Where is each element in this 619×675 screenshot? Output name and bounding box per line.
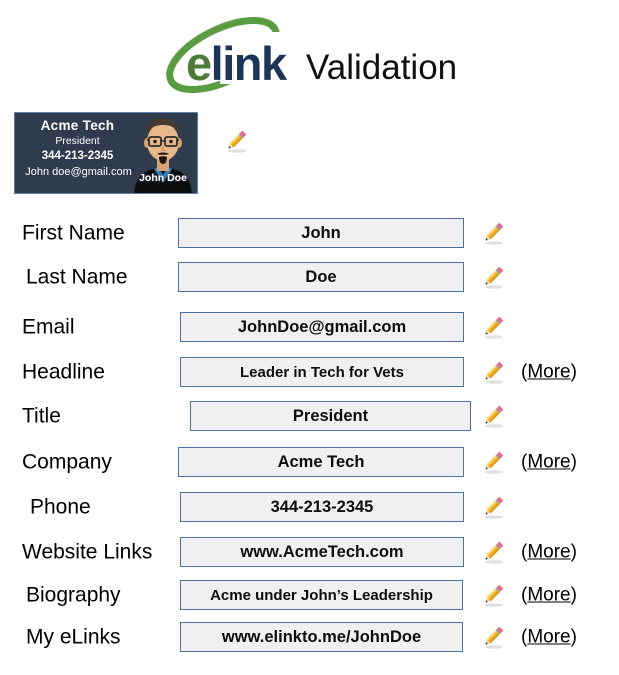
logo-e-letter: e	[186, 37, 212, 90]
more-paren-close: )	[570, 541, 577, 563]
form-row: Title President	[0, 399, 619, 433]
value-first-name: John	[301, 223, 341, 242]
edit-pencil-icon-first-name[interactable]	[478, 218, 508, 248]
logo-link-letters: link	[210, 37, 287, 90]
edit-pencil-icon-email[interactable]	[478, 312, 508, 342]
more-text: More	[527, 361, 571, 383]
card-company: Acme Tech	[40, 118, 115, 133]
field-company[interactable]: Acme Tech	[178, 447, 464, 477]
value-headline: Leader in Tech for Vets	[240, 363, 404, 381]
logo-wordmark: elink	[186, 37, 287, 90]
value-title: President	[292, 406, 369, 425]
more-paren-close: )	[570, 451, 577, 473]
label-headline: Headline	[22, 360, 105, 384]
more-text: More	[527, 584, 571, 606]
field-headline[interactable]: Leader in Tech for Vets	[180, 357, 464, 387]
label-email: Email	[22, 315, 75, 339]
elink-logo: elink Validation	[158, 14, 457, 102]
more-link-headline[interactable]: (More)	[521, 363, 577, 382]
edit-pencil-icon-my-elinks[interactable]	[478, 622, 508, 652]
value-email: JohnDoe@gmail.com	[237, 317, 407, 336]
form-row: Biography Acme under John’s Leadership (M…	[0, 578, 619, 612]
edit-pencil-icon-last-name[interactable]	[478, 262, 508, 292]
value-phone: 344-213-2345	[270, 497, 374, 516]
form-row: Email JohnDoe@gmail.com	[0, 310, 619, 344]
field-email[interactable]: JohnDoe@gmail.com	[180, 312, 464, 342]
form-row: Phone 344-213-2345	[0, 490, 619, 524]
edit-pencil-icon-company[interactable]	[478, 447, 508, 477]
label-phone: Phone	[30, 495, 91, 519]
field-my-elinks[interactable]: www.elinkto.me/JohnDoe	[180, 622, 463, 652]
field-website-links[interactable]: www.AcmeTech.com	[180, 537, 464, 567]
more-paren-close: )	[570, 361, 577, 383]
value-last-name: Doe	[305, 267, 337, 286]
card-title: President	[55, 134, 100, 147]
edit-pencil-icon-title[interactable]	[478, 401, 508, 431]
form-row: My eLinks www.elinkto.me/JohnDoe (More)	[0, 620, 619, 654]
value-company: Acme Tech	[277, 452, 365, 471]
edit-pencil-icon-biography[interactable]	[478, 580, 508, 610]
label-biography: Biography	[26, 583, 121, 607]
field-last-name[interactable]: Doe	[178, 262, 464, 292]
field-phone[interactable]: 344-213-2345	[180, 492, 464, 522]
form-row: Headline Leader in Tech for Vets (More)	[0, 355, 619, 389]
pencil-icon[interactable]	[221, 126, 251, 156]
more-link-company[interactable]: (More)	[521, 453, 577, 472]
card-phone: 344-213-2345	[41, 149, 114, 162]
value-my-elinks: www.elinkto.me/JohnDoe	[221, 627, 422, 646]
more-text: More	[527, 451, 571, 473]
label-company: Company	[22, 450, 112, 474]
more-link-biography[interactable]: (More)	[521, 586, 577, 605]
page-title: Validation	[306, 48, 458, 87]
form-row: Company Acme Tech (More)	[0, 445, 619, 479]
more-paren-close: )	[570, 626, 577, 648]
more-link-website-links[interactable]: (More)	[521, 543, 577, 562]
edit-pencil-icon-headline[interactable]	[478, 357, 508, 387]
label-first-name: First Name	[22, 221, 125, 245]
form-row: Website Links www.AcmeTech.com (More)	[0, 535, 619, 569]
edit-pencil-icon-website-links[interactable]	[478, 537, 508, 567]
value-biography: Acme under John’s Leadership	[210, 586, 433, 604]
form-row: First Name John	[0, 216, 619, 250]
card-email: John doe@gmail.com	[25, 166, 132, 179]
business-card-preview[interactable]: Acme Tech President 344-213-2345 John do…	[14, 112, 198, 194]
edit-pencil-icon-phone[interactable]	[478, 492, 508, 522]
label-my-elinks: My eLinks	[26, 625, 121, 649]
page-header: elink Validation	[0, 0, 619, 108]
more-text: More	[527, 541, 571, 563]
value-website-links: www.AcmeTech.com	[240, 542, 404, 561]
field-title[interactable]: President	[190, 401, 471, 431]
label-website-links: Website Links	[22, 540, 153, 564]
form-row: Last Name Doe	[0, 260, 619, 294]
more-link-my-elinks[interactable]: (More)	[521, 628, 577, 647]
label-title: Title	[22, 404, 61, 428]
label-last-name: Last Name	[26, 265, 128, 289]
business-card-text: Acme Tech President 344-213-2345 John do…	[15, 118, 140, 181]
field-first-name[interactable]: John	[178, 218, 464, 248]
field-biography[interactable]: Acme under John’s Leadership	[180, 580, 463, 610]
card-avatar-name: John Doe	[139, 172, 187, 184]
more-text: More	[527, 626, 571, 648]
more-paren-close: )	[570, 584, 577, 606]
